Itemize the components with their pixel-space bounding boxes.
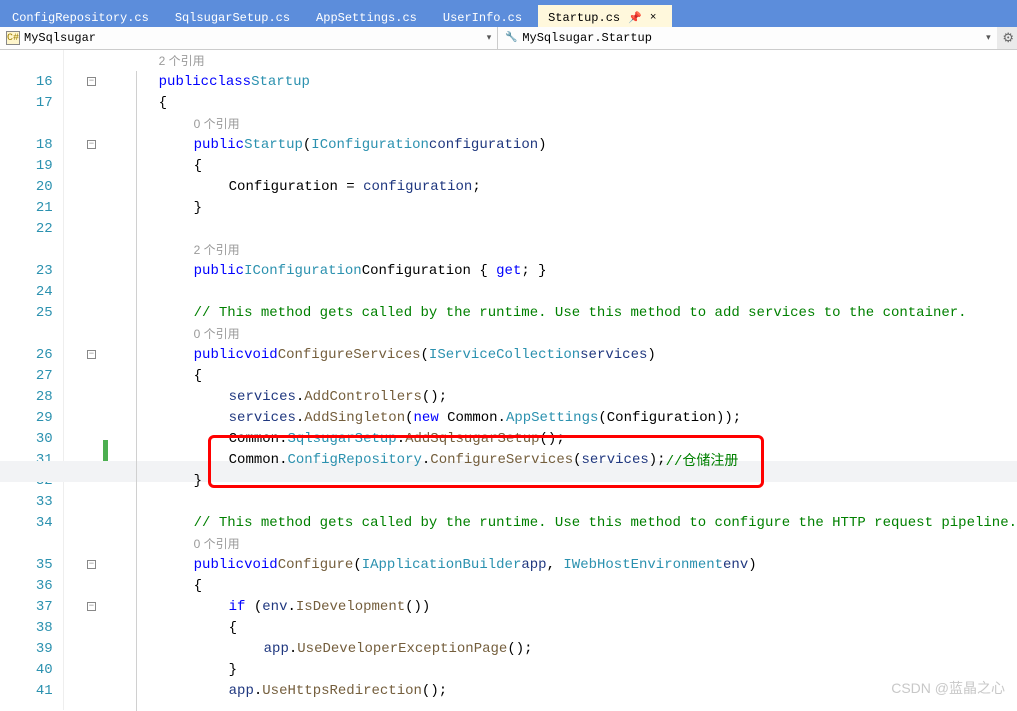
- tab-sqlsugarsetup[interactable]: SqlsugarSetup.cs: [165, 5, 306, 27]
- code-area[interactable]: 2 个引用 public class Startup { 0 个引用 publi…: [64, 50, 1017, 710]
- line-number: 19: [0, 155, 53, 176]
- line-number: 34: [0, 512, 53, 533]
- code-line: {: [64, 92, 1017, 113]
- nav-project-label: MySqlsugar: [24, 31, 96, 45]
- csharp-file-icon: C#: [6, 31, 20, 45]
- line-number: [0, 323, 53, 344]
- watermark: CSDN @蓝晶之心: [891, 678, 1005, 698]
- line-number: 26: [0, 344, 53, 365]
- line-number: [0, 113, 53, 134]
- line-number: 23: [0, 260, 53, 281]
- code-lens[interactable]: 0 个引用: [64, 533, 1017, 554]
- code-line: Common.SqlsugarSetup.AddSqlsugarSetup();: [64, 428, 1017, 449]
- code-line: [64, 218, 1017, 239]
- code-line: services.AddSingleton(new Common.AppSett…: [64, 407, 1017, 428]
- code-line: [64, 491, 1017, 512]
- code-line: app.UseDeveloperExceptionPage();: [64, 638, 1017, 659]
- code-line: // This method gets called by the runtim…: [64, 512, 1017, 533]
- editor[interactable]: 16 17 18 19 20 21 22 23 24 25 26 27 28 2…: [0, 50, 1017, 710]
- close-icon[interactable]: ×: [650, 12, 657, 24]
- tab-startup[interactable]: Startup.cs 📌 ×: [538, 5, 672, 27]
- code-line: {: [64, 575, 1017, 596]
- code-line: {: [64, 617, 1017, 638]
- line-number: 37: [0, 596, 53, 617]
- line-number: [0, 239, 53, 260]
- line-number: 40: [0, 659, 53, 680]
- nav-bar: C# MySqlsugar ▾ 🔧 MySqlsugar.Startup ▾ ⚙: [0, 27, 1017, 50]
- line-number: 21: [0, 197, 53, 218]
- code-line: }: [64, 470, 1017, 491]
- line-number: 16: [0, 71, 53, 92]
- code-lens[interactable]: 0 个引用: [64, 323, 1017, 344]
- nav-project-dropdown[interactable]: C# MySqlsugar ▾: [0, 27, 498, 49]
- code-line: // This method gets called by the runtim…: [64, 302, 1017, 323]
- line-number: 29: [0, 407, 53, 428]
- line-number: 22: [0, 218, 53, 239]
- code-lens[interactable]: 0 个引用: [64, 113, 1017, 134]
- line-number: [0, 50, 53, 71]
- line-number: 18: [0, 134, 53, 155]
- code-line: }: [64, 197, 1017, 218]
- chevron-down-icon: ▾: [986, 33, 991, 43]
- line-number: 24: [0, 281, 53, 302]
- line-number: 17: [0, 92, 53, 113]
- tabs-bar: ConfigRepository.cs SqlsugarSetup.cs App…: [0, 0, 1017, 27]
- nav-type-dropdown[interactable]: 🔧 MySqlsugar.Startup ▾: [498, 27, 996, 49]
- code-line: {: [64, 155, 1017, 176]
- code-line: }: [64, 659, 1017, 680]
- line-number: 27: [0, 365, 53, 386]
- nav-type-label: MySqlsugar.Startup: [522, 31, 652, 45]
- chevron-down-icon: ▾: [487, 33, 492, 43]
- line-number: 25: [0, 302, 53, 323]
- line-number: 36: [0, 575, 53, 596]
- line-number: 33: [0, 491, 53, 512]
- code-line: [64, 281, 1017, 302]
- code-line: public void ConfigureServices(IServiceCo…: [64, 344, 1017, 365]
- pin-icon[interactable]: 📌: [628, 11, 642, 25]
- code-line: app.UseHttpsRedirection();: [64, 680, 1017, 701]
- line-number: 41: [0, 680, 53, 701]
- code-line: public void Configure(IApplicationBuilde…: [64, 554, 1017, 575]
- line-number: 30: [0, 428, 53, 449]
- class-icon: 🔧: [504, 31, 518, 45]
- line-number-gutter: 16 17 18 19 20 21 22 23 24 25 26 27 28 2…: [0, 50, 64, 710]
- code-line: Configuration = configuration;: [64, 176, 1017, 197]
- tab-configrepository[interactable]: ConfigRepository.cs: [2, 5, 165, 27]
- line-number: 35: [0, 554, 53, 575]
- code-line: public class Startup: [64, 71, 1017, 92]
- line-number: 28: [0, 386, 53, 407]
- code-line: if (env.IsDevelopment()): [64, 596, 1017, 617]
- tab-appsettings[interactable]: AppSettings.cs: [306, 5, 433, 27]
- tab-userinfo[interactable]: UserInfo.cs: [433, 5, 538, 27]
- code-line: services.AddControllers();: [64, 386, 1017, 407]
- code-line: public IConfiguration Configuration { ge…: [64, 260, 1017, 281]
- line-number: 20: [0, 176, 53, 197]
- code-line: Common.ConfigRepository.ConfigureService…: [64, 449, 1017, 470]
- line-number: 39: [0, 638, 53, 659]
- gear-icon[interactable]: ⚙: [1002, 31, 1014, 46]
- code-lens[interactable]: 2 个引用: [64, 239, 1017, 260]
- code-lens[interactable]: 2 个引用: [64, 50, 1017, 71]
- line-number: 38: [0, 617, 53, 638]
- line-number: [0, 533, 53, 554]
- code-line: {: [64, 365, 1017, 386]
- code-line: public Startup(IConfiguration configurat…: [64, 134, 1017, 155]
